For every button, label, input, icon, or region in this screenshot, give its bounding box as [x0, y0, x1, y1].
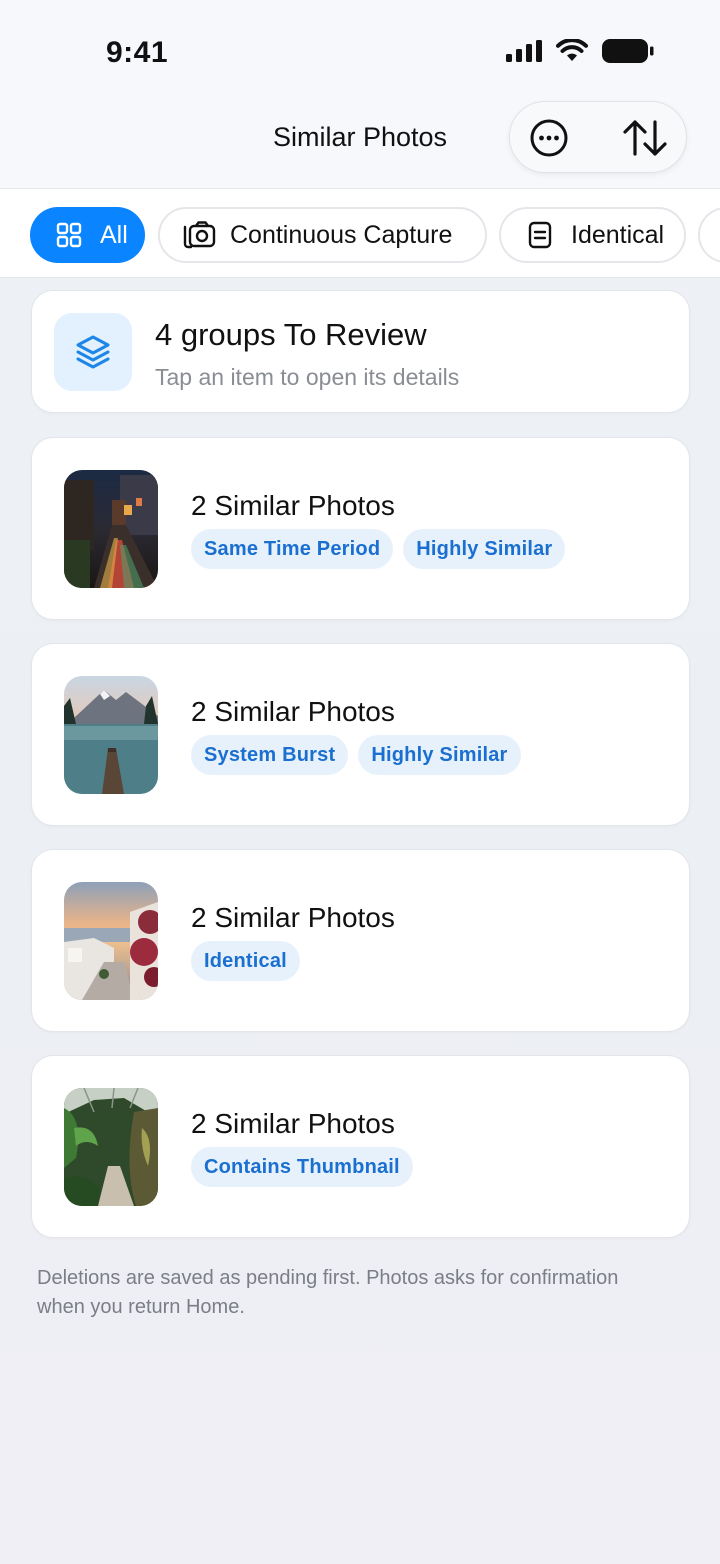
- nav-actions: [509, 101, 687, 173]
- summary-card: 4 groups To Review Tap an item to open i…: [31, 290, 690, 413]
- group-title: 2 Similar Photos: [191, 696, 395, 727]
- group-title: 2 Similar Photos: [191, 1108, 395, 1139]
- group-thumbnail: [64, 676, 158, 794]
- summary-icon-badge: [54, 313, 132, 391]
- summary-subtitle: Tap an item to open its details: [155, 364, 460, 390]
- filter-chip-label: Identical: [571, 220, 665, 249]
- group-card[interactable]: 2 Similar Photos Identical: [31, 849, 690, 1032]
- status-time: 9:41: [106, 36, 169, 69]
- tag-badge: Identical: [191, 941, 300, 981]
- burst-camera-icon: [182, 218, 216, 252]
- group-card[interactable]: 2 Similar Photos Contains Thumbnail: [31, 1055, 690, 1238]
- filter-bar: All Continuous Capture Identical: [0, 188, 720, 278]
- filter-chip-label: Continuous Capture: [230, 220, 453, 249]
- group-tags: Same Time Period Highly Similar: [191, 529, 566, 569]
- group-card[interactable]: 2 Similar Photos System Burst Highly Sim…: [31, 643, 690, 826]
- tag-badge: Same Time Period: [191, 529, 394, 569]
- tag-badge: Highly Similar: [403, 529, 566, 569]
- document-icon: [523, 218, 557, 252]
- grid-icon: [52, 218, 86, 252]
- tag-badge: Contains Thumbnail: [191, 1147, 413, 1187]
- cellular-signal-icon: [506, 40, 542, 62]
- tag-badge: System Burst: [191, 735, 349, 775]
- filter-chip-continuous-capture[interactable]: Continuous Capture: [158, 207, 487, 263]
- group-thumbnail: [64, 882, 158, 1000]
- sort-arrows-icon: [623, 120, 667, 156]
- group-tags: Contains Thumbnail: [191, 1147, 413, 1187]
- ellipsis-circle-icon: [530, 119, 568, 157]
- group-card[interactable]: 2 Similar Photos Same Time Period Highly…: [31, 437, 690, 620]
- tag-badge: Highly Similar: [358, 735, 521, 775]
- wifi-icon: [556, 39, 588, 61]
- group-tags: Identical: [191, 941, 300, 981]
- group-title: 2 Similar Photos: [191, 902, 395, 933]
- filter-chip-all[interactable]: All: [30, 207, 145, 263]
- more-button[interactable]: [529, 118, 569, 158]
- filter-chip-identical[interactable]: Identical: [499, 207, 686, 263]
- group-thumbnail: [64, 1088, 158, 1206]
- footer-note: Deletions are saved as pending first. Ph…: [37, 1267, 619, 1318]
- layers-icon: [76, 335, 110, 369]
- top-bar: 9:41 Similar Photos: [0, 0, 720, 188]
- status-icons: [506, 38, 654, 64]
- group-tags: System Burst Highly Similar: [191, 735, 521, 775]
- group-title: 2 Similar Photos: [191, 490, 395, 521]
- summary-title: 4 groups To Review: [155, 317, 427, 352]
- battery-icon: [602, 39, 654, 63]
- filter-chip-more[interactable]: [698, 207, 720, 263]
- sort-button[interactable]: [622, 118, 668, 158]
- group-thumbnail: [64, 470, 158, 588]
- filter-chip-label: All: [100, 220, 128, 249]
